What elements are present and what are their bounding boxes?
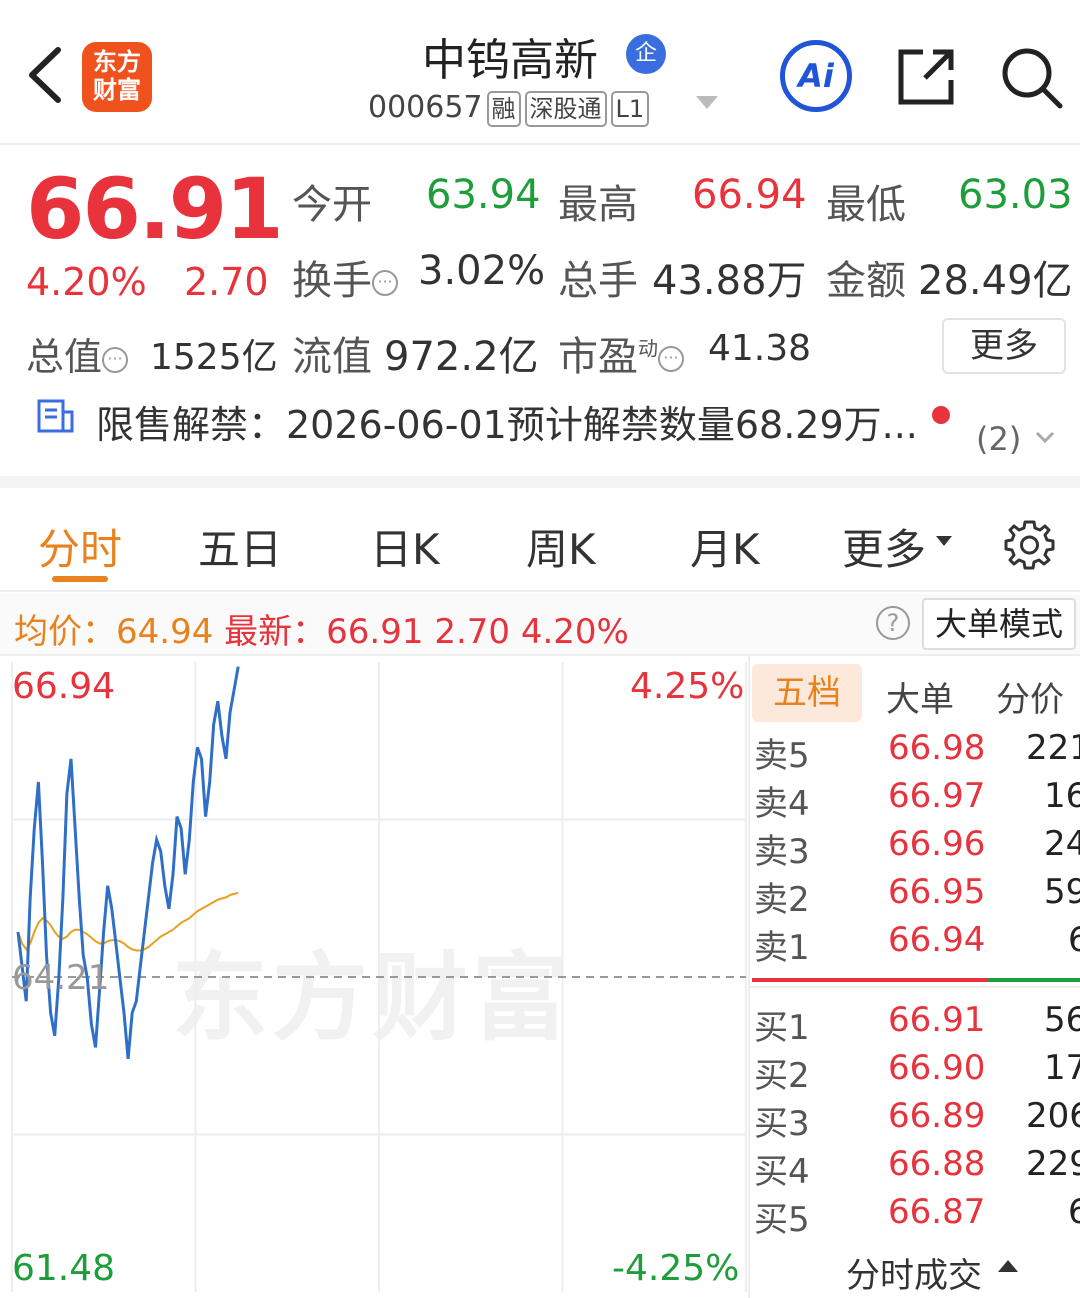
search-icon[interactable] — [998, 44, 1064, 110]
caret-up-icon[interactable] — [998, 1260, 1018, 1272]
bid-row[interactable]: 买2 66.90 17 — [754, 1048, 1080, 1096]
ask-row[interactable]: 卖4 66.97 16 — [754, 776, 1080, 824]
help-icon[interactable]: ? — [876, 606, 910, 640]
float-value: 972.2亿 — [384, 334, 539, 380]
intraday-chart[interactable] — [0, 656, 748, 1298]
bid-row[interactable]: 买5 66.87 6 — [754, 1192, 1080, 1240]
float-label: 流值 — [292, 334, 372, 380]
active-tab-indicator — [52, 576, 108, 582]
latest-percent: 4.20% — [520, 612, 629, 652]
tab-weekly-k[interactable]: 周K — [526, 516, 596, 577]
tick-trades-button[interactable]: 分时成交 — [846, 1248, 982, 1297]
high-value: 66.94 — [692, 172, 807, 218]
high-label: 最高 — [558, 182, 638, 228]
stock-name: 中钨高新 — [422, 35, 598, 86]
big-order-mode-button[interactable]: 大单模式 — [922, 598, 1076, 650]
last-price: 66.91 — [26, 160, 284, 258]
lockup-notice[interactable]: 限售解禁：2026-06-01预计解禁数量68.29万... (2) — [0, 392, 1080, 488]
y-axis-right-high: 4.25% — [630, 666, 745, 707]
tab-five-levels[interactable]: 五档 — [752, 664, 862, 722]
enterprise-badge: 企 — [626, 34, 666, 74]
pe-value: 41.38 — [708, 328, 812, 369]
price-line — [16, 666, 240, 1060]
latest-change: 2.70 — [434, 612, 511, 652]
latest-price: 66.91 — [326, 612, 424, 652]
change-percent: 4.20% — [26, 260, 147, 304]
open-value: 63.94 — [426, 172, 541, 218]
more-dots-icon[interactable]: ··· — [102, 346, 129, 373]
info-bar-text: 均价：64.94 最新：66.91 2.70 4.20% — [14, 612, 629, 652]
y-axis-base: 64.21 — [12, 958, 110, 998]
low-label: 最低 — [826, 182, 906, 228]
connect-tag: 深股通 — [524, 91, 607, 127]
tab-monthly-k[interactable]: 月K — [690, 516, 760, 577]
document-icon — [37, 399, 74, 433]
tab-price-distribution[interactable]: 分价 — [996, 672, 1064, 721]
caret-down-icon — [936, 536, 952, 546]
ai-button[interactable]: Ai — [780, 40, 852, 112]
ask-row[interactable]: 卖566.98221 — [754, 728, 1080, 776]
bid-ask-ratio-green — [988, 978, 1080, 982]
top-header: 东方 财富 中钨高新 企 000657 融深股通 L1 Ai — [0, 0, 1080, 145]
more-dots-icon[interactable]: ··· — [372, 270, 398, 296]
turnover-value: 3.02% — [418, 248, 546, 294]
bid-ask-ratio-red — [752, 978, 988, 982]
mktcap-label: 总值 ··· — [26, 326, 129, 381]
mktcap-value: 1525亿 — [150, 337, 278, 378]
low-value: 63.03 — [958, 172, 1073, 218]
notice-text: 限售解禁：2026-06-01预计解禁数量68.29万... — [96, 403, 918, 447]
volume-value: 43.88万 — [652, 258, 807, 304]
ask-row[interactable]: 卖1 66.94 6 — [754, 920, 1080, 968]
gear-icon[interactable] — [1002, 518, 1056, 572]
change-amount: 2.70 — [184, 260, 269, 304]
stock-code-row[interactable]: 000657 融深股通 L1 — [368, 90, 650, 127]
volume-label: 总手 — [558, 258, 638, 304]
amount-label: 金额 — [826, 258, 906, 304]
y-axis-low: 61.48 — [12, 1248, 116, 1289]
bid-row[interactable]: 买1 66.91 56 — [754, 1000, 1080, 1048]
notice-count: (2) — [976, 420, 1022, 458]
dropdown-caret-icon[interactable] — [696, 96, 718, 109]
more-dots-icon[interactable]: ··· — [658, 346, 684, 372]
avg-price: 64.94 — [116, 612, 214, 652]
avg-price-line — [17, 891, 239, 952]
tab-five-day[interactable]: 五日 — [198, 516, 282, 577]
share-icon[interactable] — [895, 44, 959, 108]
amount-value: 28.49亿 — [918, 258, 1073, 304]
ask-row[interactable]: 卖3 66.96 24 — [754, 824, 1080, 872]
tab-daily-k[interactable]: 日K — [370, 516, 440, 577]
tab-intraday[interactable]: 分时 — [38, 516, 122, 577]
divider — [750, 986, 1080, 988]
ask-row[interactable]: 卖2 66.95 59 — [754, 872, 1080, 920]
margin-tag: 融 — [486, 91, 521, 127]
chevron-down-icon[interactable] — [1034, 426, 1056, 448]
app-logo[interactable]: 东方 财富 — [82, 42, 152, 112]
stock-code: 000657 — [368, 90, 483, 125]
more-quote-button[interactable]: 更多 — [942, 318, 1066, 374]
chart-tabs: 分时 五日 日K 周K 月K 更多 — [0, 500, 1080, 592]
open-label: 今开 — [292, 182, 372, 228]
bid-row[interactable]: 买366.89206 — [754, 1096, 1080, 1144]
turnover-label: 换手 ··· — [292, 248, 398, 306]
price-info-bar: 均价：64.94 最新：66.91 2.70 4.20% ? 大单模式 — [0, 594, 1080, 656]
back-arrow-icon[interactable] — [22, 42, 72, 108]
order-book: 五档 大单 分价 卖566.98221 卖466.9716 卖366.9624 … — [748, 656, 1080, 1298]
tab-big-orders[interactable]: 大单 — [886, 672, 954, 721]
bid-row[interactable]: 买466.88229 — [754, 1144, 1080, 1192]
tab-more[interactable]: 更多 — [842, 516, 926, 577]
unread-dot — [932, 406, 950, 424]
level-tag: L1 — [610, 91, 650, 127]
y-axis-high: 66.94 — [12, 666, 116, 707]
y-axis-right-low: -4.25% — [612, 1248, 740, 1289]
pe-label: 市盈动 ··· — [558, 324, 684, 382]
